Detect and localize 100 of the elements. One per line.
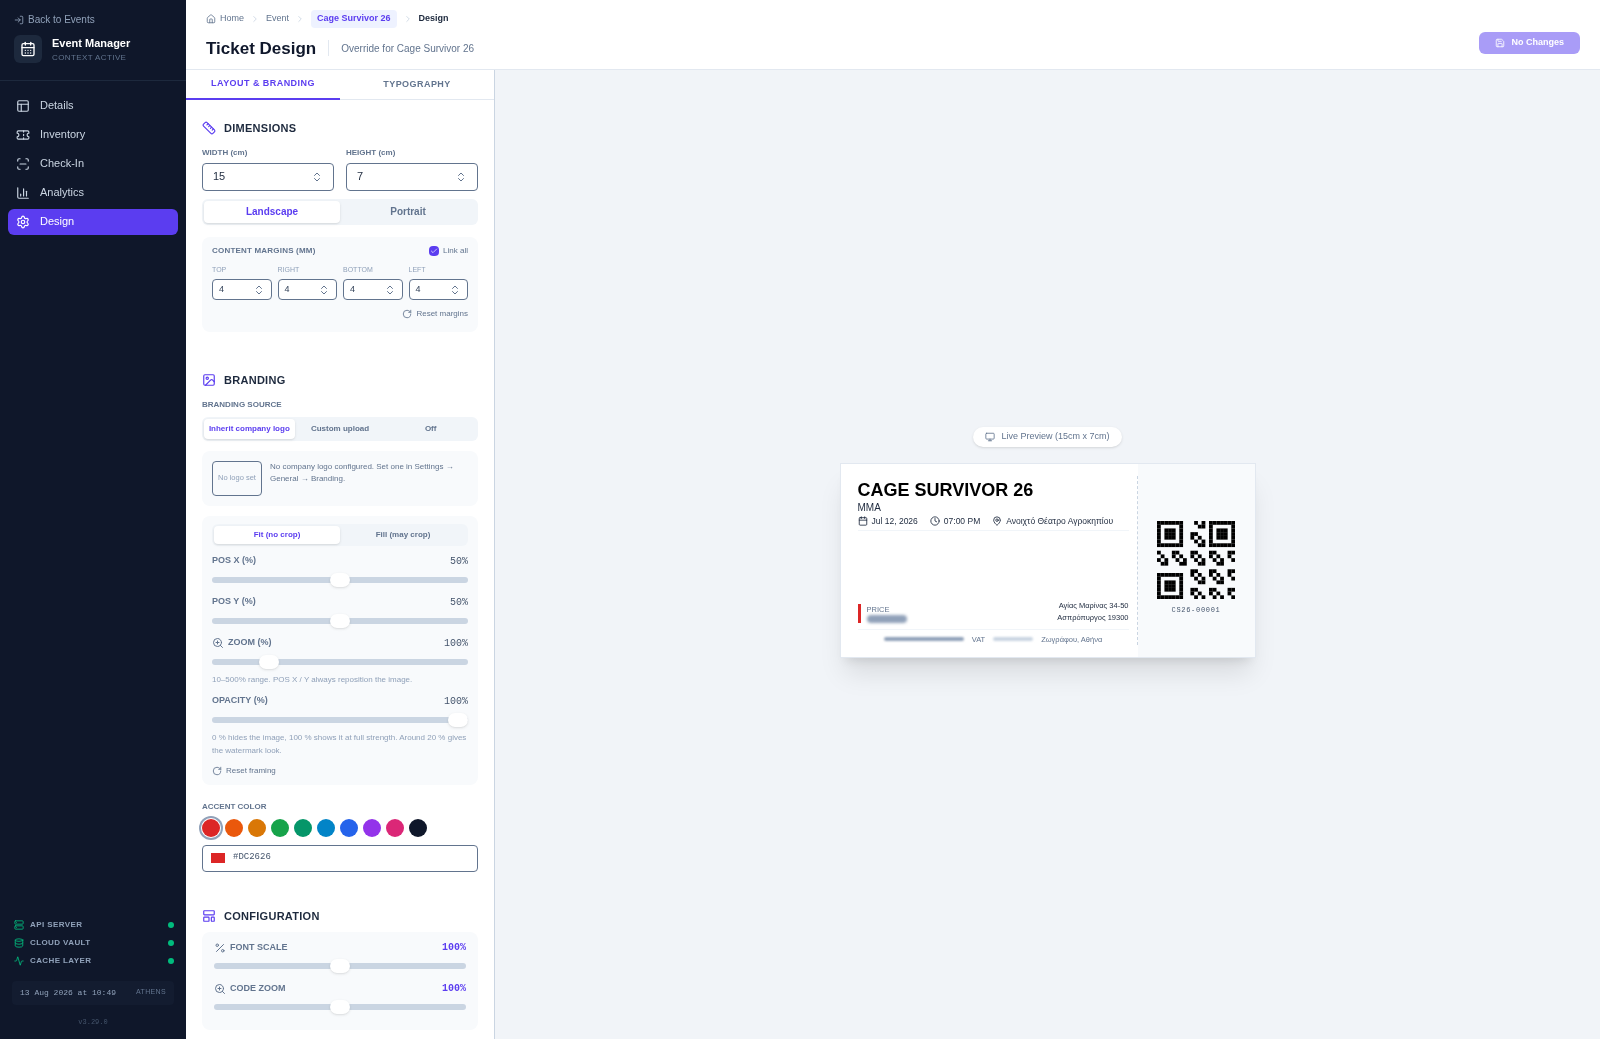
field-value: 4 bbox=[350, 282, 355, 296]
nav-item[interactable]: Analytics bbox=[8, 179, 178, 206]
segment-option[interactable]: Inherit company logo bbox=[204, 418, 295, 439]
slider[interactable] bbox=[212, 654, 468, 669]
slider-label: POS Y (%) bbox=[212, 595, 256, 609]
number-field[interactable]: 4 bbox=[277, 279, 337, 300]
slider-label: POS X (%) bbox=[212, 554, 256, 568]
layout-icon bbox=[16, 98, 30, 113]
slider-thumb[interactable] bbox=[330, 572, 350, 587]
slider-value: 100% bbox=[444, 636, 468, 651]
slider-thumb[interactable] bbox=[259, 654, 280, 669]
number-field[interactable]: 15 bbox=[202, 162, 334, 191]
slider-thumb[interactable] bbox=[330, 959, 350, 973]
service-label: API SERVER bbox=[30, 918, 83, 931]
service-label: CACHE LAYER bbox=[30, 954, 92, 967]
nav-item[interactable]: Design bbox=[8, 208, 178, 235]
percent-icon bbox=[214, 941, 226, 954]
tab[interactable]: TYPOGRAPHY bbox=[340, 70, 494, 100]
reset-margins-button[interactable]: Reset margins bbox=[402, 308, 468, 320]
checkbox[interactable] bbox=[429, 245, 440, 256]
field-label: BRANDING SOURCE bbox=[202, 398, 283, 411]
field-value: 4 bbox=[219, 282, 224, 296]
slider-label: FONT SCALE bbox=[230, 940, 288, 954]
blurred-price bbox=[866, 614, 907, 623]
location-icon bbox=[992, 516, 1003, 527]
color-swatch[interactable] bbox=[340, 818, 358, 837]
field-value: 4 bbox=[284, 282, 290, 296]
stepper-icon bbox=[311, 170, 323, 183]
nav-item[interactable]: Details bbox=[8, 92, 178, 119]
service-label: CLOUD VAULT bbox=[30, 936, 91, 949]
color-swatch[interactable] bbox=[294, 818, 312, 837]
page-subtitle: Override for Cage Survivor 26 bbox=[341, 41, 475, 56]
color-swatch[interactable] bbox=[248, 818, 266, 837]
color-swatch[interactable] bbox=[202, 818, 220, 837]
slider[interactable] bbox=[212, 613, 468, 628]
page-title: Ticket Design bbox=[206, 37, 317, 60]
segment-option[interactable]: Fill (may crop) bbox=[340, 525, 466, 544]
slider-label: OPACITY (%) bbox=[212, 694, 268, 708]
breadcrumb-link[interactable]: Cage Survivor 26 bbox=[311, 10, 397, 28]
hex-field[interactable]: #DC2626 bbox=[202, 844, 478, 872]
section-title: CONFIGURATION bbox=[224, 908, 320, 924]
reset-framing-button[interactable]: Reset framing bbox=[212, 764, 276, 777]
slider[interactable] bbox=[212, 712, 468, 727]
color-swatch[interactable] bbox=[386, 818, 404, 837]
save-icon bbox=[1495, 38, 1506, 48]
ticket-title: CAGE SURVIVOR 26 bbox=[857, 480, 1035, 500]
slider-value: 50% bbox=[450, 595, 468, 610]
ticket-time: 07:00 PM bbox=[943, 515, 981, 528]
field-value: 15 bbox=[213, 169, 226, 185]
breadcrumb-link[interactable]: Home bbox=[206, 12, 244, 26]
number-field[interactable]: 4 bbox=[212, 279, 272, 300]
slider-thumb[interactable] bbox=[330, 613, 350, 628]
segment-option[interactable]: Portrait bbox=[340, 200, 476, 223]
section-title: BRANDING bbox=[224, 373, 286, 388]
checkbox-label: Link all bbox=[443, 244, 468, 257]
slider-label: CODE ZOOM bbox=[230, 981, 286, 995]
field-value: 4 bbox=[415, 282, 421, 296]
slider-thumb[interactable] bbox=[448, 712, 468, 727]
color-preview bbox=[211, 853, 225, 863]
color-swatch[interactable] bbox=[363, 818, 381, 837]
number-field[interactable]: 4 bbox=[408, 279, 468, 300]
ticket-venue: Ανοιχτό Θέατρο Αγροκηπίου bbox=[1006, 515, 1114, 528]
color-swatch[interactable] bbox=[271, 818, 289, 837]
slider[interactable] bbox=[212, 572, 468, 587]
slider[interactable] bbox=[214, 959, 466, 973]
calendar-icon bbox=[857, 516, 868, 527]
field-label: HEIGHT (cm) bbox=[346, 146, 397, 159]
number-field[interactable]: 7 bbox=[346, 162, 478, 191]
segment-option[interactable]: Custom upload bbox=[294, 418, 386, 439]
segment-option[interactable]: Off bbox=[385, 418, 476, 439]
field-label: ACCENT COLOR bbox=[202, 800, 268, 813]
back-link[interactable]: Back to Events bbox=[14, 12, 172, 27]
number-field[interactable]: 4 bbox=[343, 279, 403, 300]
segment-option[interactable]: Landscape bbox=[204, 200, 340, 223]
color-swatch[interactable] bbox=[409, 818, 427, 837]
app-title: Event Manager bbox=[52, 36, 131, 51]
nav-item[interactable]: Inventory bbox=[8, 121, 178, 148]
slider-thumb[interactable] bbox=[330, 1000, 350, 1014]
clock-datetime: 13 Aug 2026 at 10:49 bbox=[20, 986, 116, 999]
breadcrumb-link[interactable]: Event bbox=[266, 12, 290, 26]
slider-value: 50% bbox=[450, 554, 468, 569]
ticket-category: MMA bbox=[857, 501, 882, 515]
slider-value: 100% bbox=[442, 982, 466, 996]
hint-text: 0 % hides the image, 100 % shows it at full strength. Around 20 % gives the watermark look. bbox=[212, 731, 468, 757]
calendar-icon bbox=[20, 41, 36, 58]
preview-badge: Live Preview (15cm x 7cm) bbox=[973, 427, 1122, 447]
scan-icon bbox=[16, 156, 30, 171]
nav-item[interactable]: Check-In bbox=[8, 150, 178, 177]
field-label: WIDTH (cm) bbox=[202, 146, 249, 159]
color-swatch[interactable] bbox=[317, 818, 335, 837]
slider[interactable] bbox=[214, 1000, 466, 1014]
hint-text: 10–500% range. POS X / Y always reposition the image. bbox=[212, 673, 414, 686]
blurred-text bbox=[993, 637, 1034, 642]
segment-option[interactable]: Fit (no crop) bbox=[214, 525, 340, 544]
color-swatch[interactable] bbox=[225, 818, 243, 837]
zoom-icon bbox=[212, 637, 224, 649]
monitor-icon bbox=[985, 432, 996, 442]
tab[interactable]: LAYOUT & BRANDING bbox=[186, 70, 340, 100]
ticket-icon bbox=[16, 127, 30, 142]
zoom-icon bbox=[214, 982, 226, 995]
